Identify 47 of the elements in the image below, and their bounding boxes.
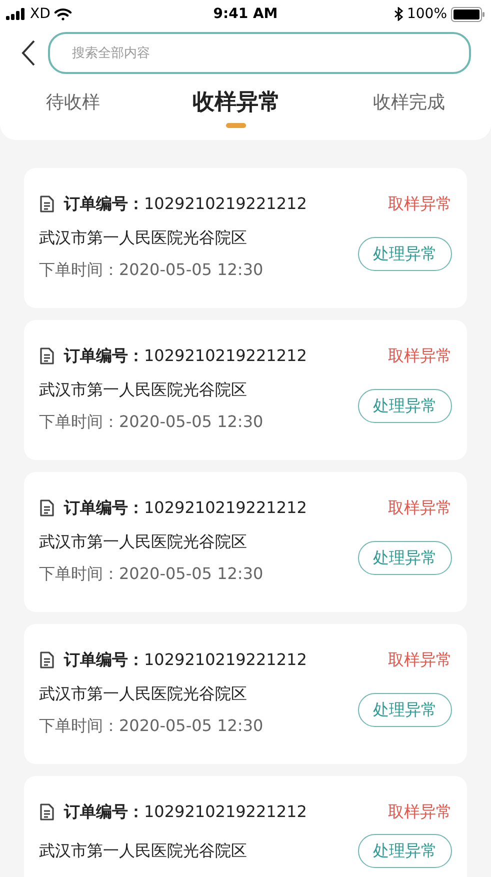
order-card[interactable]: 订单编号：1029210219221212 取样异常 武汉市第一人民医院光谷院区 下单时间：2020-05-05 12:30 处理异常 [24, 320, 467, 460]
tab[interactable]: 收样完成 [372, 86, 445, 116]
order-status: 取样异常 [388, 345, 452, 367]
document-icon [39, 195, 55, 213]
order-card[interactable]: 订单编号：1029210219221212 取样异常 武汉市第一人民医院光谷院区 下单时间：2020-05-05 12:30 处理异常 [24, 168, 467, 308]
order-card[interactable]: 订单编号：1029210219221212 取样异常 武汉市第一人民医院光谷院区 处理异常 [24, 776, 467, 877]
order-status: 取样异常 [388, 649, 452, 671]
order-time: 下单时间：2020-05-05 12:30 [39, 411, 264, 433]
carrier-name: XD [30, 4, 50, 24]
order-number: 订单编号：1029210219221212 [64, 193, 307, 215]
battery-percent: 100% [406, 4, 447, 24]
hospital-name: 武汉市第一人民医院光谷院区 [39, 840, 247, 862]
order-status: 取样异常 [388, 193, 452, 215]
tab[interactable]: 收样异常 [192, 86, 280, 128]
order-time: 下单时间：2020-05-05 12:30 [39, 715, 264, 737]
tab[interactable]: 待收样 [46, 86, 100, 116]
wifi-icon [54, 8, 72, 20]
document-icon [39, 499, 55, 517]
back-icon[interactable] [20, 39, 36, 67]
signal-icon [6, 8, 26, 20]
battery-icon [451, 6, 485, 22]
order-card[interactable]: 订单编号：1029210219221212 取样异常 武汉市第一人民医院光谷院区 下单时间：2020-05-05 12:30 处理异常 [24, 472, 467, 612]
bluetooth-icon [394, 7, 403, 21]
document-icon [39, 803, 55, 821]
order-number: 订单编号：1029210219221212 [64, 345, 307, 367]
order-number: 订单编号：1029210219221212 [64, 649, 307, 671]
hospital-name: 武汉市第一人民医院光谷院区 [39, 531, 248, 553]
document-icon [39, 651, 55, 669]
order-number: 订单编号：1029210219221212 [64, 497, 307, 519]
active-tab-indicator [226, 123, 246, 128]
hospital-name: 武汉市第一人民医院光谷院区 [39, 379, 248, 401]
order-card[interactable]: 订单编号：1029210219221212 取样异常 武汉市第一人民医院光谷院区 下单时间：2020-05-05 12:30 处理异常 [24, 624, 467, 764]
handle-exception-button[interactable]: 处理异常 [358, 541, 452, 575]
order-number: 订单编号：1029210219221212 [64, 801, 307, 823]
hospital-name: 武汉市第一人民医院光谷院区 [39, 683, 248, 705]
clock-time: 9:41 AM [213, 4, 278, 24]
order-time: 下单时间：2020-05-05 12:30 [39, 563, 264, 585]
handle-exception-button[interactable]: 处理异常 [358, 693, 452, 727]
order-status: 取样异常 [388, 801, 452, 823]
order-status: 取样异常 [388, 497, 452, 519]
order-time: 下单时间：2020-05-05 12:30 [39, 259, 264, 281]
handle-exception-button[interactable]: 处理异常 [358, 834, 452, 868]
search-field[interactable]: 搜索全部内容 [48, 32, 471, 74]
document-icon [39, 347, 55, 365]
hospital-name: 武汉市第一人民医院光谷院区 [39, 227, 248, 249]
handle-exception-button[interactable]: 处理异常 [358, 389, 452, 423]
handle-exception-button[interactable]: 处理异常 [358, 237, 452, 271]
